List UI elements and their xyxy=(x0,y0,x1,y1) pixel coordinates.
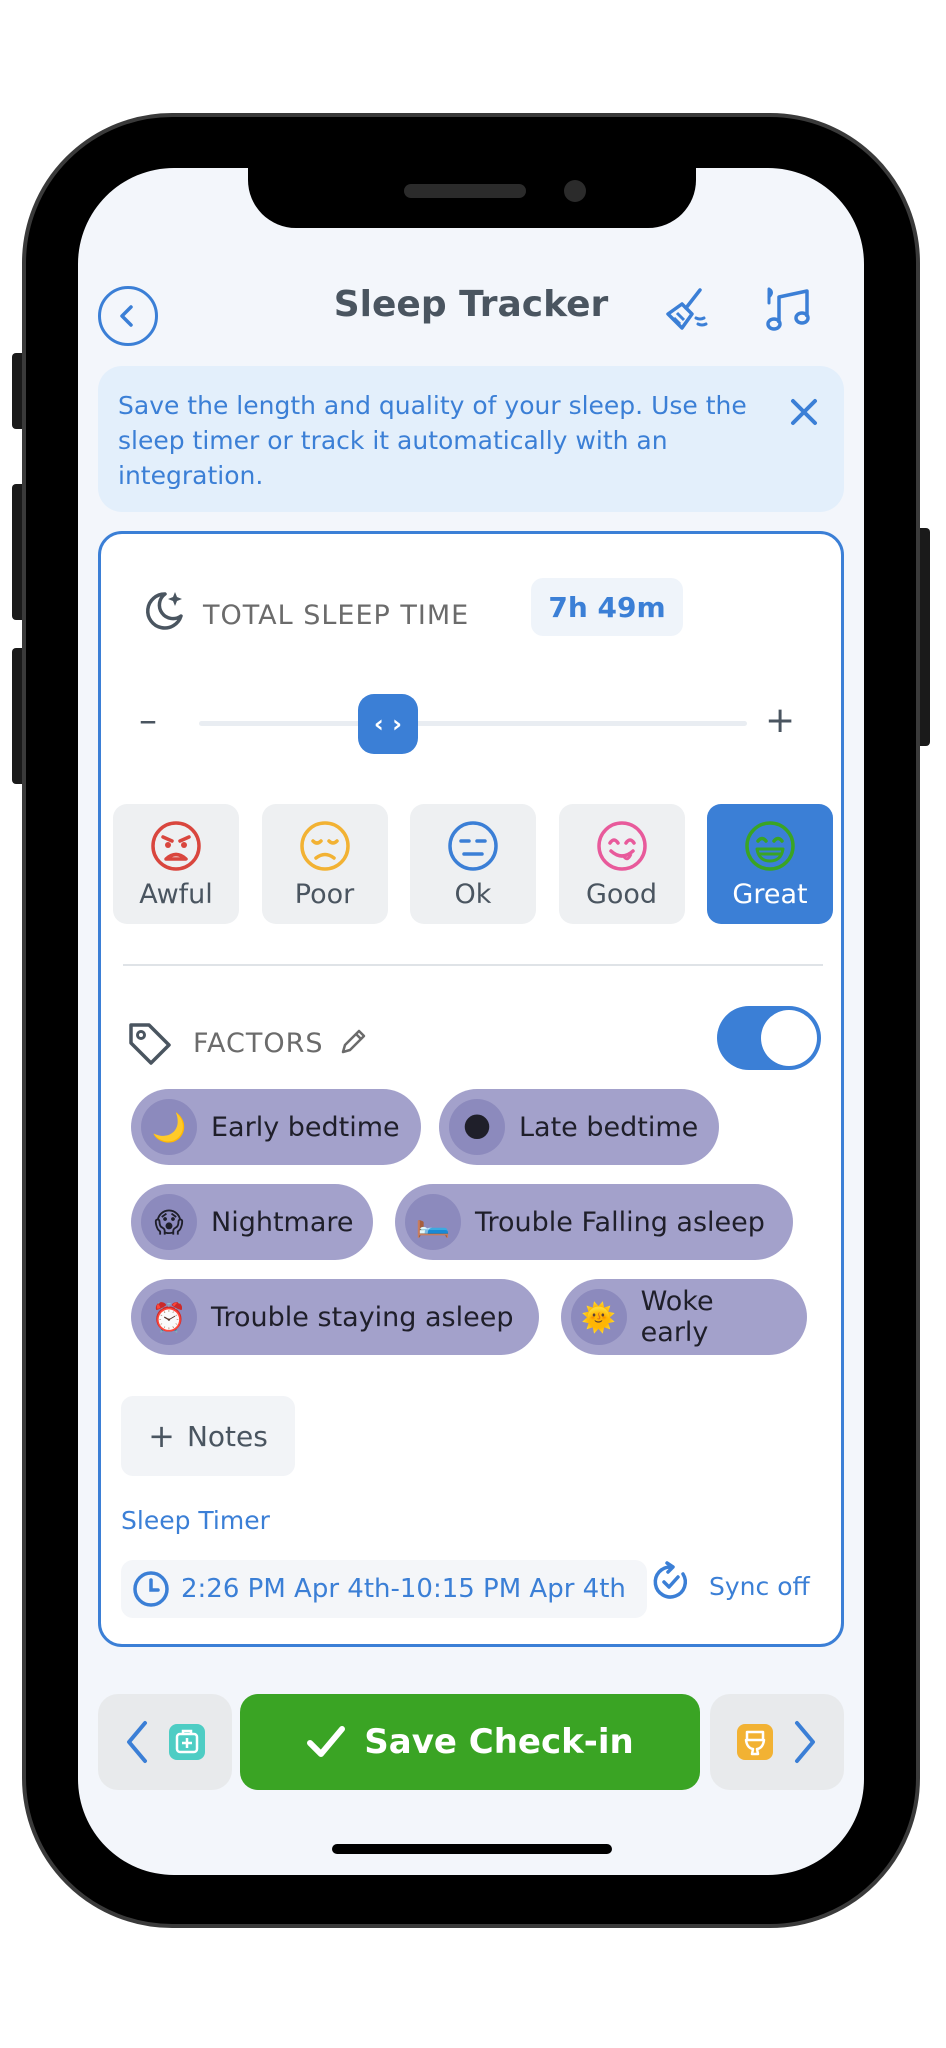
factor-chip-nightmare[interactable]: 😱 Nightmare xyxy=(131,1184,373,1260)
save-checkin-button[interactable]: Save Check-in xyxy=(240,1694,700,1790)
increase-button[interactable]: + xyxy=(765,700,795,741)
close-banner-button[interactable] xyxy=(782,390,826,434)
banner-text: Save the length and quality of your slee… xyxy=(118,391,747,490)
mood-ok[interactable]: Ok xyxy=(410,804,536,924)
page-title: Sleep Tracker xyxy=(333,284,609,325)
crescent-moon-icon: 🌙 xyxy=(141,1099,197,1155)
plus-icon: + xyxy=(148,1417,175,1455)
decrease-button[interactable]: – xyxy=(139,700,157,741)
sleep-timer-range[interactable]: 2:26 PM Apr 4th-10:15 PM Apr 4th xyxy=(121,1560,647,1618)
sleep-slider-track[interactable] xyxy=(199,721,747,726)
save-label: Save Check-in xyxy=(364,1722,634,1762)
music-button[interactable] xyxy=(758,280,818,340)
new-moon-icon: 🌑 xyxy=(449,1099,505,1155)
add-notes-button[interactable]: + Notes xyxy=(121,1396,295,1476)
factors-toggle[interactable] xyxy=(717,1006,821,1070)
bed-icon: 🛏️ xyxy=(405,1194,461,1250)
sleep-slider-handle[interactable]: ‹ › xyxy=(358,694,418,754)
factor-chip-early-bedtime[interactable]: 🌙 Early bedtime xyxy=(131,1089,421,1165)
sleep-timer-label[interactable]: Sleep Timer xyxy=(121,1506,270,1535)
sun-face-icon: 🌞 xyxy=(571,1289,627,1345)
close-icon xyxy=(791,399,817,425)
divider xyxy=(123,964,823,966)
screaming-face-icon: 😱 xyxy=(141,1194,197,1250)
music-notes-icon xyxy=(766,287,810,331)
pencil-icon[interactable] xyxy=(337,1026,369,1058)
neutral-face-icon xyxy=(448,820,498,871)
notch xyxy=(248,168,696,228)
mood-great[interactable]: Great xyxy=(707,804,833,924)
alarm-clock-icon: ⏰ xyxy=(141,1289,197,1345)
speaker xyxy=(404,184,526,198)
toilet-icon xyxy=(737,1724,773,1760)
chip-label: Trouble Falling asleep xyxy=(475,1206,765,1238)
total-sleep-label: TOTAL SLEEP TIME xyxy=(203,600,470,631)
mood-label: Ok xyxy=(454,878,492,910)
mood-selector: Awful Poor Ok Good Great xyxy=(113,804,833,924)
yum-face-icon xyxy=(596,820,647,871)
grin-face-icon xyxy=(745,820,795,871)
medical-kit-icon xyxy=(169,1724,205,1760)
mood-label: Awful xyxy=(139,878,213,910)
mood-awful[interactable]: Awful xyxy=(113,804,239,924)
checkmark-icon xyxy=(307,1726,346,1757)
factor-chip-late-bedtime[interactable]: 🌑 Late bedtime xyxy=(439,1089,719,1165)
factor-chip-woke-early[interactable]: 🌞 Woke early xyxy=(561,1279,807,1355)
sync-status[interactable]: Sync off xyxy=(709,1572,810,1601)
broom-icon xyxy=(666,288,708,330)
timer-range-text: 2:26 PM Apr 4th-10:15 PM Apr 4th xyxy=(181,1574,626,1604)
mood-label: Poor xyxy=(294,878,355,910)
factors-label: FACTORS xyxy=(193,1028,324,1059)
sync-icon[interactable] xyxy=(649,1560,693,1604)
sad-face-icon xyxy=(299,820,350,871)
mood-label: Good xyxy=(585,878,658,910)
tag-icon xyxy=(129,1023,171,1065)
home-indicator[interactable] xyxy=(332,1844,612,1854)
chevron-left-icon xyxy=(127,1721,147,1763)
factor-chip-trouble-falling-asleep[interactable]: 🛏️ Trouble Falling asleep xyxy=(395,1184,793,1260)
angry-face-icon xyxy=(151,820,201,871)
chip-label: Woke early xyxy=(640,1286,714,1348)
app-screen: Sleep Tracker Save the length and qualit… xyxy=(78,168,864,1875)
mood-label: Great xyxy=(732,878,808,910)
clock-icon xyxy=(133,1571,169,1607)
next-tracker-button[interactable] xyxy=(710,1694,844,1790)
mood-poor[interactable]: Poor xyxy=(261,804,388,924)
chip-label: Nightmare xyxy=(211,1206,354,1238)
chip-label: Late bedtime xyxy=(519,1111,699,1143)
chip-label: Trouble staying asleep xyxy=(211,1301,514,1333)
slider-handle-glyph: ‹ › xyxy=(373,710,403,738)
previous-tracker-button[interactable] xyxy=(98,1694,232,1790)
info-banner: Save the length and quality of your slee… xyxy=(98,366,844,512)
mood-good[interactable]: Good xyxy=(558,804,685,924)
clean-button[interactable] xyxy=(656,280,716,340)
total-sleep-value: 7h 49m xyxy=(531,578,683,636)
sleep-card: TOTAL SLEEP TIME 7h 49m – ‹ › + Awful Po… xyxy=(98,531,844,1647)
chevron-right-icon xyxy=(795,1721,815,1763)
moon-stars-icon xyxy=(146,592,183,630)
toggle-knob xyxy=(761,1010,817,1066)
notes-label: Notes xyxy=(186,1419,268,1453)
front-camera xyxy=(564,180,586,202)
chip-label: Early bedtime xyxy=(211,1111,400,1143)
factor-chip-trouble-staying-asleep[interactable]: ⏰ Trouble staying asleep xyxy=(131,1279,539,1355)
